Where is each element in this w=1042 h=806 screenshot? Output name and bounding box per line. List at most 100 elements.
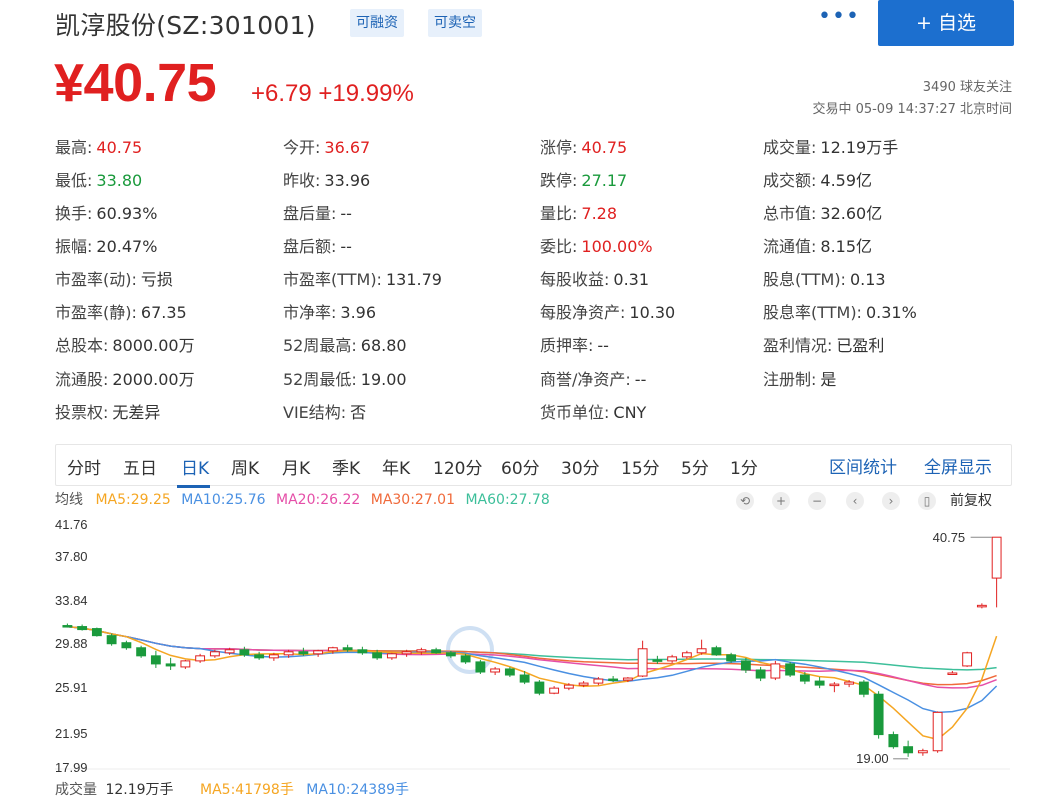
candle-body (268, 654, 279, 659)
add-watchlist-button[interactable]: + 自选 (878, 0, 1014, 46)
tab-3[interactable]: 周K (231, 454, 259, 479)
stat-label: 流通值: (763, 237, 817, 256)
y-tick-label: 29.88 (55, 636, 88, 651)
min-price-label: 19.00 (856, 751, 889, 766)
stat-item: 市盈率(动): 亏损 (55, 266, 173, 290)
price-change: +6.79 +19.99% (251, 80, 414, 107)
candle-body (342, 647, 353, 651)
stat-value: 是 (820, 370, 837, 389)
stat-label: 昨收: (283, 171, 321, 190)
stat-item: 量比: 7.28 (540, 200, 617, 224)
stat-item: 商誉/净资产: -- (540, 366, 646, 390)
candle-body (726, 654, 737, 662)
stat-item: 投票权: 无差异 (55, 399, 160, 423)
stat-label: 流通股: (55, 370, 109, 389)
stat-label: 量比: (540, 204, 578, 223)
candle-body (829, 683, 840, 687)
stat-label: 换手: (55, 204, 93, 223)
stat-item: VIE结构: 否 (283, 399, 366, 423)
stat-label: 总市值: (763, 204, 817, 223)
stat-item: 换手: 60.93% (55, 200, 157, 224)
candle-body (150, 655, 161, 665)
stat-item: 注册制: 是 (763, 366, 836, 390)
stat-item: 市净率: 3.96 (283, 299, 376, 323)
tab-7[interactable]: 120分 (433, 454, 482, 479)
ma10-value: MA10:25.76 (181, 492, 266, 508)
scroll-right-icon[interactable]: › (882, 492, 900, 510)
candle-body (209, 651, 220, 657)
tab-11[interactable]: 5分 (681, 454, 709, 479)
stat-item: 股息(TTM): 0.13 (763, 266, 886, 290)
ma-legend: 均线 MA5:29.25 MA10:25.76 MA20:26.22 MA30:… (55, 489, 550, 509)
candle-body (460, 655, 471, 663)
ma5-line (67, 625, 998, 741)
tab-1[interactable]: 五日 (123, 454, 157, 479)
tab-4[interactable]: 月K (282, 454, 310, 479)
followers-count[interactable]: 3490 球友关注 (923, 76, 1012, 95)
stat-item: 市盈率(TTM): 131.79 (283, 266, 442, 290)
candle-body (770, 663, 781, 679)
candle-body (475, 661, 486, 673)
tab-0[interactable]: 分时 (67, 454, 101, 479)
y-tick-label: 41.76 (55, 517, 88, 532)
y-tick-label: 37.80 (55, 549, 88, 564)
candle-body (947, 672, 958, 675)
candle-body (534, 681, 545, 694)
stat-item: 流通值: 8.15亿 (763, 233, 872, 257)
candle-body (195, 655, 206, 662)
scroll-left-icon[interactable]: ‹ (846, 492, 864, 510)
candle-body (917, 750, 928, 754)
candle-body (578, 682, 589, 686)
trade-status: 交易中 05-09 14:37:27 北京时间 (812, 102, 1012, 117)
stat-item: 每股净资产: 10.30 (540, 299, 675, 323)
zoom-out-icon[interactable]: − (808, 492, 826, 510)
kline-chart[interactable]: 40.75 19.00 (0, 510, 1042, 780)
tab-2[interactable]: 日K (181, 454, 209, 479)
ma-label[interactable]: 均线 (55, 492, 83, 508)
stat-value: 3.96 (340, 303, 377, 322)
candle-body (711, 647, 722, 656)
fullscreen-button[interactable]: 全屏显示 (924, 453, 992, 478)
stat-value: 100.00% (581, 237, 653, 256)
stat-value: 33.96 (324, 171, 371, 190)
more-icon[interactable]: ••• (818, 4, 860, 29)
reset-icon[interactable]: ⟲ (736, 492, 754, 510)
ma20-value: MA20:26.22 (276, 492, 361, 508)
zoom-in-icon[interactable]: + (772, 492, 790, 510)
candle-body (652, 659, 663, 662)
candle-body (858, 681, 869, 695)
stat-value: 12.19万手 (820, 138, 899, 157)
candle-body (799, 674, 810, 682)
range-stats-button[interactable]: 区间统计 (829, 453, 897, 478)
tab-6[interactable]: 年K (382, 454, 410, 479)
ma30-value: MA30:27.01 (370, 492, 456, 508)
stat-label: VIE结构: (283, 403, 347, 422)
tab-5[interactable]: 季K (332, 454, 360, 479)
tab-9[interactable]: 30分 (561, 454, 600, 479)
candle-body (77, 626, 88, 631)
watermark-icon (446, 626, 494, 674)
candle-body (224, 649, 235, 654)
stat-value: 8000.00万 (112, 336, 195, 355)
tab-8[interactable]: 60分 (501, 454, 540, 479)
short-tag[interactable]: 可卖空 (428, 9, 482, 37)
candle-body (416, 649, 427, 653)
adjust-mode-select[interactable]: 前复权 (950, 490, 992, 510)
candle-body (283, 651, 294, 656)
stat-item: 总股本: 8000.00万 (55, 332, 195, 356)
tab-12[interactable]: 1分 (730, 454, 758, 479)
stat-value: 否 (350, 403, 367, 422)
stat-label: 市盈率(静): (55, 303, 137, 322)
stat-value: 32.60亿 (820, 204, 883, 223)
stat-value: 33.80 (96, 171, 143, 190)
tab-10[interactable]: 15分 (621, 454, 660, 479)
stat-label: 盘后量: (283, 204, 337, 223)
toggle-icon[interactable]: ▯ (918, 492, 936, 510)
margin-tag[interactable]: 可融资 (350, 9, 404, 37)
stat-value: 10.30 (629, 303, 676, 322)
stat-label: 盘后额: (283, 237, 337, 256)
stat-value: 8.15亿 (820, 237, 873, 256)
candle-body (180, 660, 191, 668)
candle-body (504, 668, 515, 676)
ma10-line (67, 625, 998, 714)
